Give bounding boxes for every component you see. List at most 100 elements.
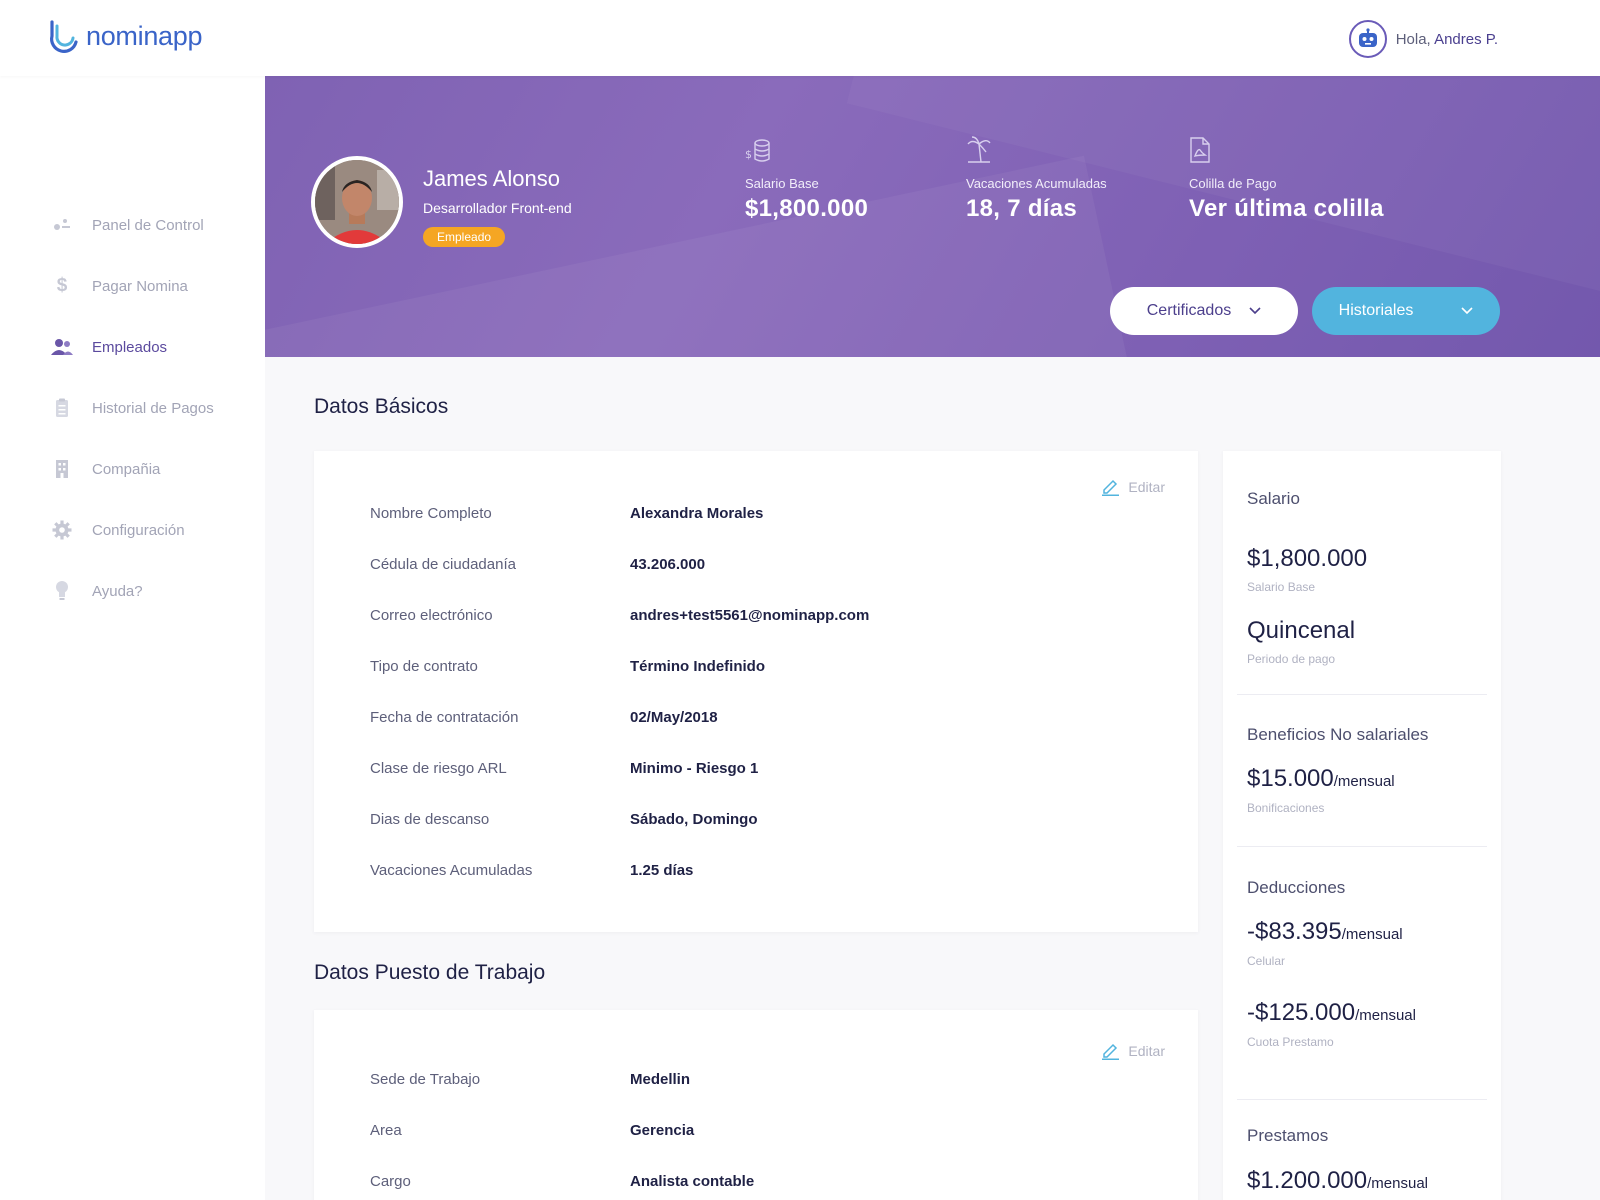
field-value: Gerencia [630,1122,695,1139]
beneficios-sub: Bonificaciones [1247,801,1325,815]
pencil-icon [1102,479,1120,496]
sidebar-item-configuracion[interactable]: Configuración [50,518,185,542]
field-value: andres+test5561@nominapp.com [630,607,870,624]
datos-puesto-card: Editar Sede de Trabajo Medellin Area Ger… [314,1010,1198,1200]
certificados-label: Certificados [1146,302,1232,319]
sidebar-item-ayuda[interactable]: Ayuda? [50,579,143,603]
stat-label: Colilla de Pago [1189,176,1277,191]
clipboard-icon [50,396,74,420]
amount-unit: /mensual [1333,773,1395,790]
logo-text: nominapp [86,20,203,51]
sidebar-item-label: Empleados [92,338,168,356]
field-label: Area [370,1122,402,1139]
logo-mark-icon [50,20,78,53]
field-value: Sábado, Domingo [630,811,758,828]
amount-value: $1.200.000 [1247,1167,1368,1194]
stat-value: 18, 7 días [966,195,1078,222]
building-icon [50,457,74,481]
chevron-down-icon [1249,302,1261,320]
prestamos-amount: $1.200.000/mensual [1247,1167,1428,1195]
sidebar-item-label: Pagar Nomina [92,277,188,295]
edit-label: Editar [1128,1042,1165,1059]
pdf-file-icon [1189,134,1384,164]
field-value: 43.206.000 [630,556,706,573]
field-value: 1.25 días [630,862,694,879]
salario-heading: Salario [1247,489,1300,508]
stat-vacaciones: Vacaciones Acumuladas 18, 7 días [966,134,1107,223]
field-label: Fecha de contratación [370,709,519,726]
historiales-button[interactable]: Historiales [1312,287,1500,335]
employee-role: Desarrollador Front-end [423,200,572,216]
stat-colilla[interactable]: Colilla de Pago Ver última colilla [1189,134,1384,223]
amount-value: $15.000 [1247,765,1334,792]
employee-name: James Alonso [423,166,560,191]
ver-ultima-colilla-link[interactable]: Ver última colilla [1189,195,1384,223]
field-value: Medellin [630,1071,691,1088]
user-menu[interactable]: Hola, Andres P. [1348,20,1498,58]
palm-tree-icon [966,134,1107,164]
sidebar-item-pagar-nomina[interactable]: $ Pagar Nomina [50,274,188,298]
certificados-button[interactable]: Certificados [1110,287,1298,335]
sidebar-item-empleados[interactable]: Empleados [50,335,167,359]
nominapp-logo[interactable]: nominapp [48,18,202,54]
field-value: Alexandra Morales [630,505,764,522]
deduccion-amount: -$83.395/mensual [1247,918,1403,946]
amount-value: -$83.395 [1247,918,1342,945]
field-value: Minimo - Riesgo 1 [630,760,759,777]
historiales-label: Historiales [1338,302,1414,319]
deduccion-sub: Cuota Prestamo [1247,1035,1334,1049]
dollar-icon: $ [56,275,68,296]
sidebar-item-label: Ayuda? [92,582,143,600]
svg-text:$: $ [745,148,752,161]
amount-unit: /mensual [1355,1007,1416,1024]
deduccion-sub: Celular [1247,954,1286,968]
employee-photo [311,156,403,248]
edit-datos-basicos-button[interactable]: Editar [1101,477,1165,496]
sidebar-item-label: Historial de Pagos [92,399,214,417]
coins-icon: $ [745,134,868,164]
divider [1237,694,1487,695]
greeting-text: Hola, [1395,30,1431,48]
status-badge: Empleado [423,227,506,247]
field-label: Correo electrónico [370,607,493,624]
field-label: Sede de Trabajo [370,1071,481,1088]
stat-salario-base: $ Salario Base $1,800.000 [745,134,868,223]
divider [1237,1099,1487,1100]
lightbulb-icon [50,579,74,603]
edit-label: Editar [1128,478,1165,495]
field-value: Analista contable [630,1173,755,1190]
sidebar-item-label: Compañia [92,460,161,478]
stat-label: Salario Base [745,176,819,191]
pencil-icon [1102,1043,1120,1060]
payment-period-sub: Periodo de pago [1247,652,1336,666]
field-label: Dias de descanso [370,811,490,828]
field-label: Clase de riesgo ARL [370,760,507,777]
field-value: 02/May/2018 [630,709,718,726]
datos-basicos-title: Datos Básicos [314,395,449,418]
sidebar-item-label: Configuración [92,521,185,539]
field-label: Vacaciones Acumuladas [370,862,533,879]
amount-unit: /mensual [1341,926,1403,943]
datos-puesto-title: Datos Puesto de Trabajo [314,961,546,984]
sidebar-item-panel-de-control[interactable]: Panel de Control [50,213,204,237]
people-icon [50,335,74,359]
stat-label: Vacaciones Acumuladas [966,176,1107,191]
stat-value: $1,800.000 [745,195,869,222]
amount-value: -$125.000 [1247,999,1356,1026]
field-label: Nombre Completo [370,505,492,522]
user-name: Andres P. [1434,30,1498,48]
sidebar-item-historial-de-pagos[interactable]: Historial de Pagos [50,396,214,420]
sidebar-item-compania[interactable]: Compañia [50,457,160,481]
divider [1237,846,1487,847]
sidebar: Panel de Control $ Pagar Nomina Empleado… [0,76,265,1200]
edit-datos-puesto-button[interactable]: Editar [1101,1041,1165,1060]
datos-basicos-card: Editar Nombre Completo Alexandra Morales… [314,451,1198,932]
field-label: Cargo [370,1173,411,1190]
beneficios-amount: $15.000/mensual [1247,765,1395,793]
beneficios-heading: Beneficios No salariales [1247,725,1429,744]
chevron-down-icon [1461,302,1473,320]
amount-unit: /mensual [1367,1175,1428,1192]
salario-amount-sub: Salario Base [1247,580,1316,594]
top-bar: nominapp Hola, Andres P. [0,0,1600,76]
prestamos-heading: Prestamos [1247,1126,1329,1145]
